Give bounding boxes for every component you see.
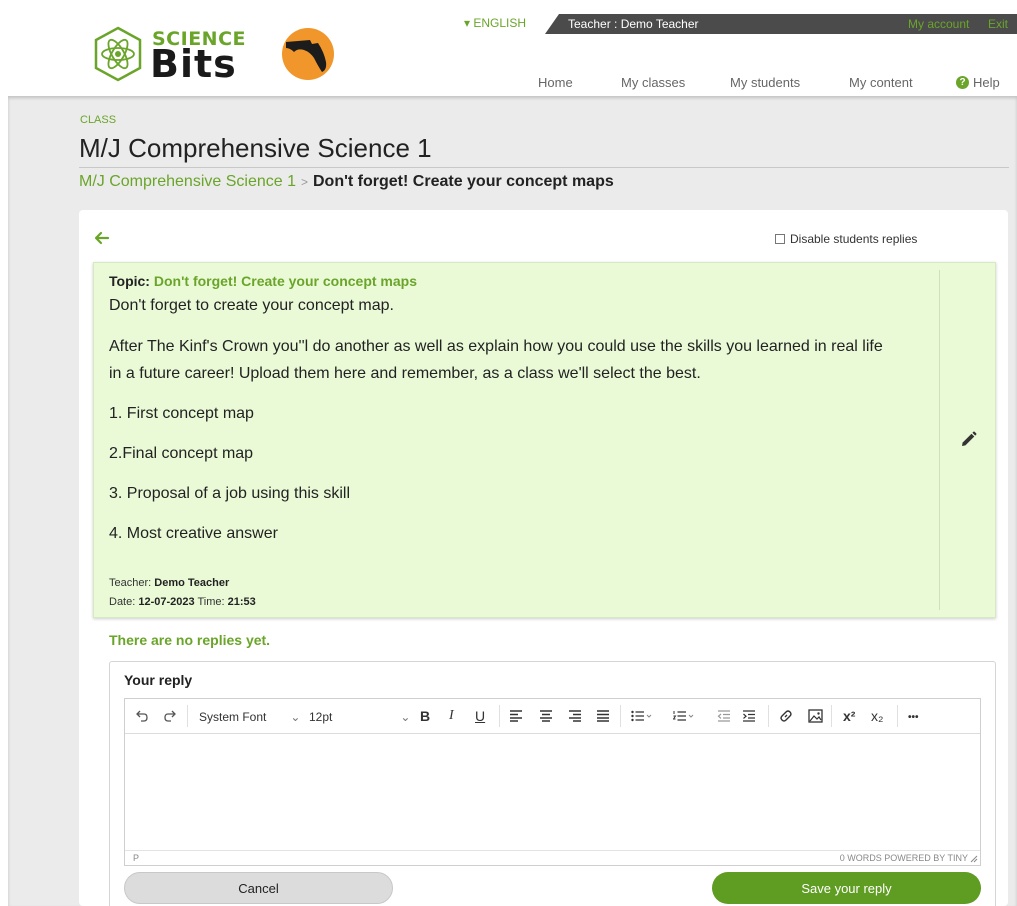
align-center-icon[interactable] [539, 710, 553, 722]
underline-button[interactable]: U [475, 707, 485, 725]
topic-body-line: in a future career! Upload them here and… [109, 365, 701, 382]
my-account-link[interactable]: My account [908, 17, 969, 31]
topic-heading: Topic: Don't forget! Create your concept… [109, 273, 417, 289]
editor-toolbar: System Font ⌄ 12pt ⌄ B I U x² x₂ ••• [125, 699, 980, 734]
editor-path[interactable]: P [133, 853, 139, 863]
language-label: ENGLISH [473, 16, 527, 30]
state-badge-icon [282, 28, 334, 80]
rich-text-editor: System Font ⌄ 12pt ⌄ B I U x² x₂ ••• P 0 W… [124, 698, 981, 866]
teacher-label: Teacher : Demo Teacher [568, 17, 699, 31]
indent-icon[interactable] [742, 710, 756, 722]
disable-replies-checkbox[interactable] [775, 234, 785, 244]
font-size-value: 12pt [309, 710, 333, 724]
undo-icon[interactable] [135, 709, 149, 723]
topic-time-label: Time: [197, 596, 225, 608]
chevron-down-icon: ⌄ [400, 710, 411, 724]
font-family-value: System Font [199, 710, 267, 724]
image-icon[interactable] [808, 709, 823, 723]
topic-date-label: Date: [109, 596, 136, 608]
bold-button[interactable]: B [420, 707, 430, 725]
disable-replies-label: Disable students replies [790, 232, 918, 246]
topic-body-line: 1. First concept map [109, 405, 254, 422]
nav-home[interactable]: Home [538, 75, 573, 90]
section-label: CLASS [80, 114, 117, 126]
toolbar-separator [187, 705, 188, 727]
breadcrumb: M/J Comprehensive Science 1 > Don't forg… [79, 173, 614, 191]
breadcrumb-separator: > [300, 175, 308, 189]
toolbar-separator [768, 705, 769, 727]
nav-my-classes[interactable]: My classes [621, 75, 685, 90]
pencil-icon[interactable] [960, 431, 977, 448]
topic-author: Teacher: Demo Teacher [109, 577, 229, 589]
toolbar-separator [831, 705, 832, 727]
topic-body-line: 3. Proposal of a job using this skill [109, 485, 351, 502]
subscript-button[interactable]: x₂ [871, 707, 883, 725]
no-replies-message: There are no replies yet. [109, 632, 271, 648]
font-family-select[interactable]: System Font ⌄ [199, 708, 300, 726]
reply-text-area[interactable] [125, 734, 980, 850]
title-divider [79, 167, 1009, 168]
topic-body-line: Don't forget to create your concept map. [109, 297, 394, 314]
nav-help[interactable]: ? Help [956, 75, 1000, 90]
breadcrumb-class-link[interactable]: M/J Comprehensive Science 1 [79, 173, 296, 191]
superscript-button[interactable]: x² [843, 707, 855, 725]
topic-date-value: 12-07-2023 [138, 596, 195, 608]
exit-link[interactable]: Exit [988, 17, 1008, 31]
more-options-button[interactable]: ••• [908, 709, 919, 727]
topic-body-line: After The Kinf's Crown you''l do another… [109, 338, 883, 355]
topic-body-line: 2.Final concept map [109, 445, 254, 462]
topic-heading-name: Don't forget! Create your concept maps [153, 273, 418, 289]
page-title: M/J Comprehensive Science 1 [79, 133, 432, 163]
italic-button[interactable]: I [449, 707, 454, 725]
nav-my-content[interactable]: My content [849, 75, 913, 90]
toolbar-separator [897, 705, 898, 727]
editor-word-count: 0 WORDS POWERED BY TINY [839, 853, 968, 863]
topic-divider [939, 270, 940, 610]
bullet-list-icon[interactable] [631, 710, 653, 722]
science-bits-logo[interactable]: SCIENCE Bits [92, 24, 252, 86]
align-right-icon[interactable] [568, 710, 582, 722]
cancel-button[interactable]: Cancel [124, 872, 393, 904]
back-arrow-icon[interactable] [94, 231, 110, 245]
help-label: Help [973, 75, 1000, 90]
link-icon[interactable] [779, 709, 793, 723]
disable-replies-toggle[interactable]: Disable students replies [775, 232, 917, 246]
topic-post [93, 262, 996, 618]
help-icon: ? [956, 76, 969, 89]
topic-heading-label: Topic: [109, 273, 150, 289]
resize-handle-icon[interactable] [970, 855, 978, 863]
logo-bits-text: Bits [150, 42, 237, 86]
redo-icon[interactable] [163, 709, 177, 723]
font-size-select[interactable]: 12pt ⌄ [309, 708, 410, 726]
atom-logo-icon [94, 26, 142, 82]
topic-author-label: Teacher: [109, 577, 152, 589]
toolbar-separator [620, 705, 621, 727]
editor-statusbar: P 0 WORDS POWERED BY TINY [125, 850, 980, 865]
language-selector[interactable]: ▾ ENGLISH [464, 16, 526, 30]
topic-author-name: Demo Teacher [154, 577, 230, 589]
justify-icon[interactable] [596, 710, 610, 722]
topic-time-value: 21:53 [227, 596, 256, 608]
topic-body-line: 4. Most creative answer [109, 525, 278, 542]
chevron-down-icon: ⌄ [290, 710, 301, 724]
align-left-icon[interactable] [509, 710, 523, 722]
top-header: SCIENCE Bits ▾ ENGLISH Teacher : Demo Te… [0, 0, 1017, 96]
reply-title: Your reply [124, 672, 193, 688]
breadcrumb-current: Don't forget! Create your concept maps [313, 173, 614, 190]
topic-date: Date: 12-07-2023 Time: 21:53 [109, 596, 256, 608]
toolbar-separator [499, 705, 500, 727]
outdent-icon[interactable] [717, 710, 731, 722]
numbered-list-icon[interactable] [673, 710, 695, 722]
save-reply-button[interactable]: Save your reply [712, 872, 981, 904]
nav-my-students[interactable]: My students [730, 75, 800, 90]
